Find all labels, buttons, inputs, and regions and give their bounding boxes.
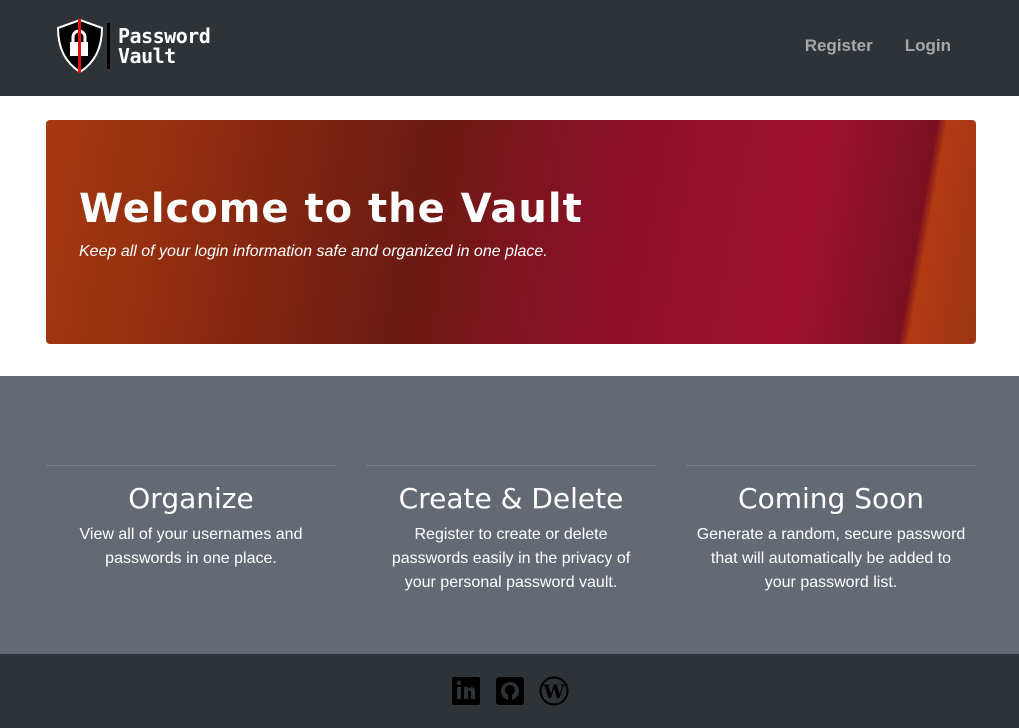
feature-coming-soon: Coming Soon Generate a random, secure pas…: [686, 465, 976, 595]
hero-subtitle: Keep all of your login information safe …: [79, 243, 548, 260]
brand-line1: Password: [118, 24, 211, 48]
feature-title: Organize: [128, 482, 254, 515]
hero-title: Welcome to the Vault: [79, 186, 583, 232]
feature-title: Create & Delete: [398, 482, 624, 515]
brand-line2: Vault: [118, 44, 176, 68]
linkedin-icon[interactable]: [451, 676, 481, 706]
navbar: Password Vault Register Login: [0, 0, 1019, 96]
register-link[interactable]: Register: [805, 36, 873, 56]
feature-create-delete: Create & Delete Register to create or del…: [366, 465, 656, 595]
hero-banner: Welcome to the Vault Keep all of your lo…: [46, 120, 976, 344]
footer: W: [0, 654, 1019, 728]
shield-lock-icon: [56, 18, 104, 74]
feature-text: Register to create or delete passwords e…: [391, 526, 631, 591]
feature-organize: Organize View all of your usernames and p…: [46, 465, 336, 571]
feature-text: Generate a random, secure password that …: [696, 526, 966, 591]
feature-title: Coming Soon: [738, 482, 924, 515]
features-section: Organize View all of your usernames and p…: [0, 376, 1019, 654]
login-link[interactable]: Login: [905, 36, 951, 56]
feature-text: View all of your usernames and passwords…: [79, 526, 303, 567]
wordpress-icon[interactable]: W: [539, 676, 569, 706]
logo[interactable]: Password Vault: [55, 18, 211, 74]
svg-text:W: W: [542, 681, 565, 703]
github-icon[interactable]: [495, 676, 525, 706]
